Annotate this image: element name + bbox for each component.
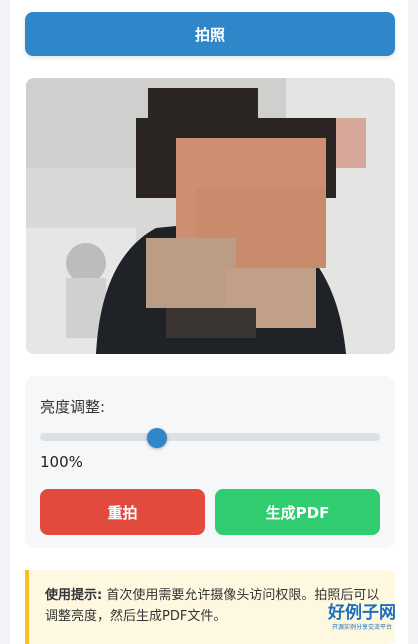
brightness-value: 100% xyxy=(40,453,83,471)
tip-title: 使用提示: xyxy=(45,588,103,603)
retake-button[interactable]: 重拍 xyxy=(40,489,205,535)
logo-sub-text: 开源实例分享交流平台 xyxy=(331,624,392,631)
site-logo: 好例子网 开源实例分享交流平台 xyxy=(328,603,396,637)
brightness-label: 亮度调整: xyxy=(40,398,106,416)
controls-panel: 亮度调整: 100% 重拍 生成PDF xyxy=(25,376,395,548)
camera-preview xyxy=(26,78,395,354)
generate-pdf-button[interactable]: 生成PDF xyxy=(215,489,380,535)
brightness-slider-thumb[interactable] xyxy=(146,428,167,448)
camera-image xyxy=(26,78,395,354)
brightness-slider-track[interactable] xyxy=(40,433,380,441)
logo-main-text: 好例子网 xyxy=(328,603,396,623)
capture-button[interactable]: 拍照 xyxy=(25,12,395,56)
